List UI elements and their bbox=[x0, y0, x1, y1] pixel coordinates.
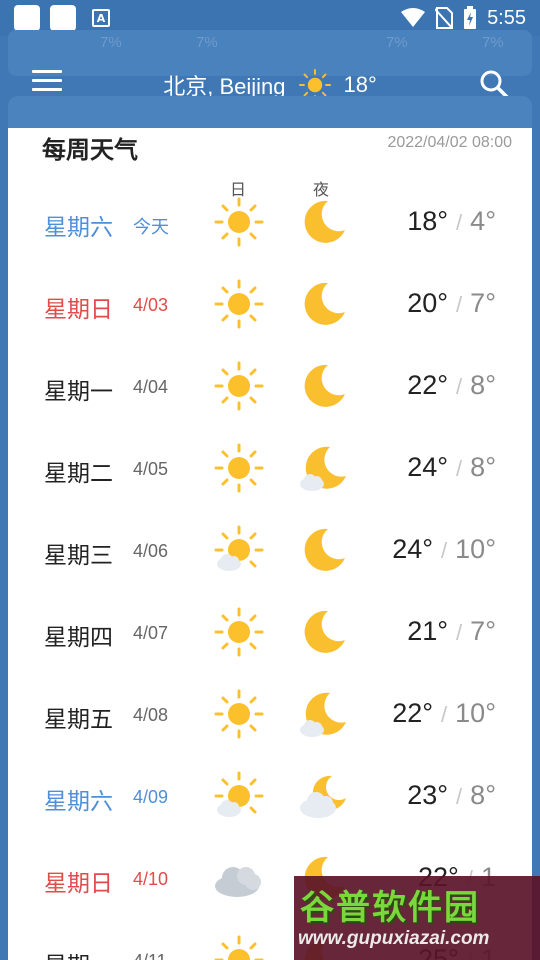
date-label: 4/04 bbox=[133, 377, 169, 397]
high-temp: 24° bbox=[407, 452, 449, 482]
forecast-row[interactable]: 星期六 今天 18° / 4° bbox=[8, 184, 532, 266]
sun-icon bbox=[214, 197, 264, 247]
high-temp: 24° bbox=[392, 534, 434, 564]
moon-cloud-icon bbox=[300, 446, 346, 491]
date-label: 4/07 bbox=[133, 623, 169, 643]
notification-icon bbox=[50, 5, 76, 31]
sun-icon bbox=[214, 689, 264, 739]
ghost-value: 7% bbox=[482, 34, 504, 51]
weekday-label: 星期一 bbox=[44, 379, 113, 405]
moon-icon bbox=[304, 528, 345, 571]
low-temp: 10° bbox=[455, 534, 496, 564]
date-label: 4/06 bbox=[133, 541, 169, 561]
moon-icon bbox=[304, 610, 345, 653]
date-label: 4/10 bbox=[133, 869, 169, 889]
temperature-range: 23° / 8° bbox=[407, 780, 496, 811]
low-temp: 10° bbox=[455, 698, 496, 728]
temp-separator: / bbox=[456, 374, 463, 399]
weekday-label: 星期六 bbox=[44, 215, 113, 241]
battery-charging-icon bbox=[464, 6, 477, 29]
forecast-row[interactable]: 星期四 4/07 21° / 7° bbox=[8, 594, 532, 676]
sun-icon bbox=[214, 443, 264, 493]
high-temp: 20° bbox=[407, 288, 449, 318]
sun-cloud-icon bbox=[214, 771, 264, 817]
weekday-label: 星期四 bbox=[44, 625, 113, 651]
high-temp: 21° bbox=[407, 616, 449, 646]
high-temp: 23° bbox=[407, 780, 449, 810]
temperature-range: 22° / 8° bbox=[407, 370, 496, 401]
weekday-label: 星期日 bbox=[44, 871, 113, 897]
date-label: 4/08 bbox=[133, 705, 169, 725]
low-temp: 8° bbox=[470, 780, 496, 810]
current-temp: 18° bbox=[343, 72, 377, 97]
low-temp: 8° bbox=[470, 452, 496, 482]
weekday-label: 星期五 bbox=[44, 707, 113, 733]
temp-separator: / bbox=[456, 210, 463, 235]
app-notification-icon: A bbox=[92, 9, 110, 27]
weekday-label: 星期日 bbox=[44, 297, 113, 323]
date-label: 今天 bbox=[133, 217, 169, 237]
watermark: 谷普软件园 www.gupuxiazai.com bbox=[294, 876, 540, 960]
weekday-label: 星期三 bbox=[44, 543, 113, 569]
forecast-row[interactable]: 星期五 4/08 22° / 10° bbox=[8, 676, 532, 758]
temp-separator: / bbox=[456, 784, 463, 809]
forecast-row[interactable]: 星期二 4/05 24° / 8° bbox=[8, 430, 532, 512]
weekday-label: 星期一 bbox=[44, 946, 113, 960]
moon-icon bbox=[304, 200, 345, 243]
temp-separator: / bbox=[456, 292, 463, 317]
weekday-label: 星期六 bbox=[44, 789, 113, 815]
ghost-value: 7% bbox=[386, 34, 408, 51]
temp-separator: / bbox=[441, 702, 448, 727]
temperature-range: 24° / 8° bbox=[407, 452, 496, 483]
low-temp: 7° bbox=[470, 616, 496, 646]
forecast-row[interactable]: 星期日 4/03 20° / 7° bbox=[8, 266, 532, 348]
temp-separator: / bbox=[456, 620, 463, 645]
notification-icon bbox=[14, 5, 40, 31]
date-label: 4/11 bbox=[133, 951, 167, 960]
temperature-range: 22° / 10° bbox=[392, 698, 496, 729]
forecast-row[interactable]: 星期六 4/09 23° / 8° bbox=[8, 758, 532, 840]
low-temp: 7° bbox=[470, 288, 496, 318]
sun-icon bbox=[214, 607, 264, 657]
high-temp: 18° bbox=[407, 206, 449, 236]
date-label: 4/05 bbox=[133, 459, 169, 479]
date-label: 4/03 bbox=[133, 295, 169, 315]
temperature-range: 21° / 7° bbox=[407, 616, 496, 647]
ghost-value: 7% bbox=[100, 34, 122, 51]
cloud-icon bbox=[215, 867, 261, 897]
sun-icon bbox=[214, 935, 264, 960]
high-temp: 22° bbox=[407, 370, 449, 400]
date-label: 4/09 bbox=[133, 787, 169, 807]
sun-icon bbox=[214, 361, 264, 411]
status-time: 5:55 bbox=[487, 6, 526, 29]
low-temp: 8° bbox=[470, 370, 496, 400]
weekly-weather-card: 每周天气 2022/04/02 08:00 日 夜 星期六 今天 18° / 4… bbox=[8, 128, 532, 960]
ghost-value: 7% bbox=[196, 34, 218, 51]
forecast-row[interactable]: 星期一 4/04 22° / 8° bbox=[8, 348, 532, 430]
watermark-title: 谷普软件园 bbox=[300, 888, 480, 928]
no-sim-icon bbox=[435, 7, 454, 29]
moon-cloud-big-icon bbox=[300, 775, 346, 818]
weekday-label: 星期二 bbox=[44, 461, 113, 487]
temperature-range: 24° / 10° bbox=[392, 534, 496, 565]
low-temp: 4° bbox=[470, 206, 496, 236]
temperature-range: 20° / 7° bbox=[407, 288, 496, 319]
temp-separator: / bbox=[441, 538, 448, 563]
watermark-url: www.gupuxiazai.com bbox=[298, 928, 490, 949]
forecast-row[interactable]: 星期三 4/06 24° / 10° bbox=[8, 512, 532, 594]
moon-icon bbox=[304, 282, 345, 325]
moon-icon bbox=[304, 364, 345, 407]
card-title: 每周天气 bbox=[42, 136, 138, 164]
sun-icon bbox=[214, 279, 264, 329]
sun-cloud-icon bbox=[214, 525, 264, 571]
temperature-range: 18° / 4° bbox=[407, 206, 496, 237]
high-temp: 22° bbox=[392, 698, 434, 728]
updated-time: 2022/04/02 08:00 bbox=[387, 134, 512, 151]
wifi-icon bbox=[401, 8, 426, 27]
moon-cloud-icon bbox=[300, 692, 346, 737]
temp-separator: / bbox=[456, 456, 463, 481]
